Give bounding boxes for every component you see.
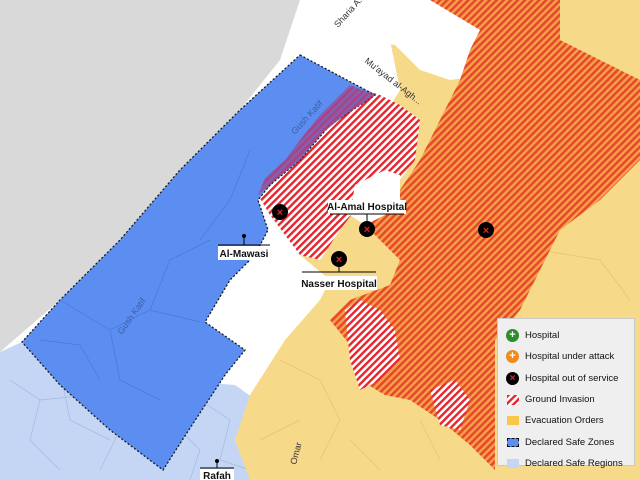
hospital-out-of-service-marker-al-amal[interactable]: × [359, 221, 375, 237]
svg-text:Nasser Hospital: Nasser Hospital [301, 279, 377, 290]
svg-text:Al-Mawasi: Al-Mawasi [220, 249, 269, 260]
legend-label: Hospital [525, 330, 560, 342]
hospital-plus-icon: + [506, 329, 519, 343]
map-legend: + Hospital + Hospital under attack × Hos… [497, 318, 635, 469]
hatch-swatch-icon [506, 394, 519, 405]
hospital-attack-plus-icon: + [506, 350, 519, 364]
svg-text:Al-Amal Hospital: Al-Amal Hospital [327, 202, 407, 213]
legend-item-evacuation-orders: Evacuation Orders [506, 410, 628, 431]
legend-item-declared-safe-regions: Declared Safe Regions [506, 453, 628, 474]
legend-label: Declared Safe Regions [525, 457, 623, 469]
svg-text:Rafah: Rafah [203, 471, 231, 480]
hospital-out-of-service-marker-nasser[interactable]: × [331, 251, 347, 267]
legend-item-hospital-under-attack: + Hospital under attack [506, 346, 628, 367]
legend-item-ground-invasion: Ground Invasion [506, 389, 628, 410]
legend-label: Declared Safe Zones [525, 436, 615, 448]
yellow-swatch-icon [506, 416, 519, 426]
legend-item-hospital: + Hospital [506, 325, 628, 346]
svg-text:×: × [483, 225, 489, 237]
hospital-out-of-service-marker-west[interactable]: × [272, 204, 288, 220]
light-blue-swatch-icon [506, 458, 519, 468]
hospital-out-x-icon: × [506, 371, 519, 385]
legend-label: Ground Invasion [525, 394, 595, 406]
svg-text:×: × [336, 254, 342, 266]
legend-label: Hospital under attack [525, 351, 615, 363]
legend-label: Evacuation Orders [525, 415, 604, 427]
legend-item-declared-safe-zones: Declared Safe Zones [506, 431, 628, 452]
blue-dashed-swatch-icon [506, 437, 519, 447]
hospital-out-of-service-marker-east[interactable]: × [478, 222, 494, 238]
legend-item-hospital-out-of-service: × Hospital out of service [506, 368, 628, 389]
svg-text:×: × [364, 224, 370, 236]
legend-label: Hospital out of service [525, 372, 619, 384]
svg-text:×: × [277, 207, 283, 219]
